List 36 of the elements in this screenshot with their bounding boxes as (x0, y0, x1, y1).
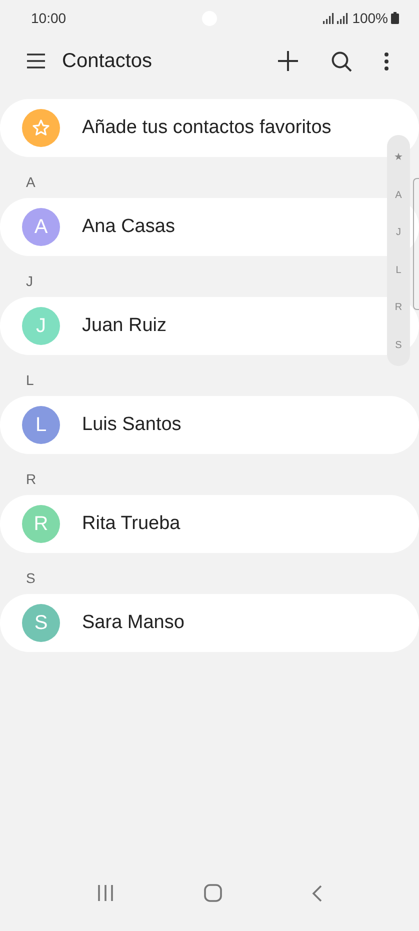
index-letter[interactable]: S (395, 336, 402, 355)
contact-row[interactable]: L Luis Santos (0, 396, 419, 454)
index-letter[interactable]: R (394, 299, 402, 318)
contact-avatar: S (22, 604, 60, 642)
home-icon[interactable] (204, 884, 222, 902)
more-icon[interactable] (384, 52, 389, 70)
contact-row[interactable]: R Rita Trueba (0, 495, 419, 553)
contact-row[interactable]: S Sara Manso (0, 594, 419, 652)
search-icon[interactable] (331, 50, 352, 72)
contact-avatar: L (22, 406, 60, 444)
contact-avatar: J (22, 307, 60, 345)
contact-avatar: R (22, 505, 60, 543)
section-letter: L (26, 371, 34, 390)
contact-name: Luis Santos (82, 414, 182, 436)
section-letter: A (26, 173, 36, 192)
contact-avatar: A (22, 208, 60, 246)
index-scroller[interactable]: ★ A J L R S (387, 135, 410, 366)
section-letter: S (26, 569, 36, 588)
index-letter[interactable]: J (396, 224, 401, 242)
index-letter[interactable]: L (396, 262, 402, 280)
section-letter: J (26, 272, 33, 291)
status-time: 10:00 (31, 10, 66, 26)
favorites-label: Añade tus contactos favoritos (82, 117, 332, 139)
contact-name: Ana Casas (82, 216, 175, 238)
add-icon[interactable] (277, 50, 299, 72)
recents-icon[interactable] (97, 885, 114, 901)
section-letter: R (26, 470, 36, 489)
battery-text: 100% (352, 10, 388, 26)
menu-icon[interactable] (26, 53, 46, 69)
contact-name: Sara Manso (82, 612, 184, 634)
page-title: Contactos (62, 50, 152, 72)
back-icon[interactable] (312, 884, 322, 902)
contact-name: Rita Trueba (82, 513, 180, 535)
signal-icon (323, 12, 350, 24)
battery-icon (391, 12, 399, 24)
contact-name: Juan Ruiz (82, 315, 166, 337)
